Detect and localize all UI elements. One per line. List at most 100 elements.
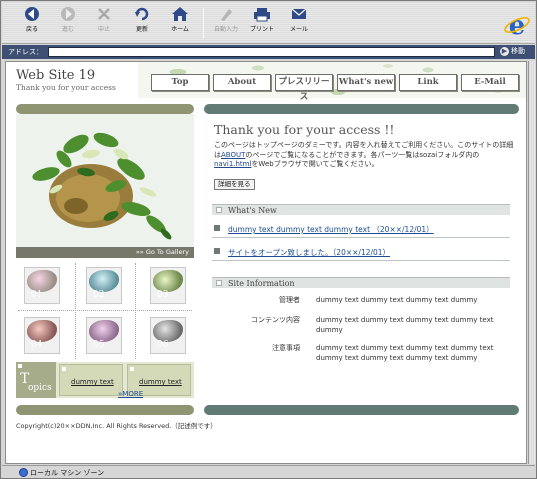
print-button[interactable]: プリント — [244, 6, 280, 33]
svg-text:e: e — [509, 11, 526, 39]
whats-new-heading: What's New — [228, 206, 277, 215]
topics-panel: T opics dummy text dummy text — [16, 362, 194, 398]
square-bullet-icon — [214, 248, 220, 254]
main-title: Thank you for your access !! — [214, 122, 395, 137]
thumb-number: 01 — [31, 290, 43, 300]
gallery-thumb-04[interactable]: 04 — [24, 317, 60, 354]
plant-illustration — [16, 114, 194, 247]
gallery-thumb-01[interactable]: 01 — [24, 267, 60, 304]
nav-about[interactable]: About — [213, 74, 271, 91]
vertical-scrollbar[interactable] — [528, 61, 536, 464]
topic-link[interactable]: dummy text — [71, 378, 114, 386]
go-button[interactable]: ▶ 移動 — [500, 46, 534, 58]
autofill-button[interactable]: 自動入力 — [208, 6, 244, 33]
right-top-bar — [204, 104, 519, 114]
thumb-image — [27, 320, 57, 342]
toolbar-separator — [203, 8, 204, 38]
ie-logo-icon: e — [504, 11, 530, 39]
nav-link[interactable]: Link — [399, 74, 457, 91]
more-link[interactable]: »MORE — [118, 390, 143, 398]
intro-text-3: をWebブラウザで開いてご覧ください。 — [251, 160, 379, 168]
back-arrow-icon — [25, 7, 39, 21]
autofill-label: 自動入力 — [213, 26, 238, 33]
intro-text-2: のページでご覧になることができます。各パーツ一覧はsozaiフォルダ内の — [245, 150, 480, 159]
gallery-thumbnails: 01 02 03 04 05 06 — [16, 261, 194, 361]
status-bar: ローカル マシン ゾーン — [2, 465, 535, 478]
thumb-divider — [75, 263, 76, 359]
print-label: プリント — [249, 26, 274, 33]
whats-new-heading-bar: What's New — [212, 204, 510, 215]
thumb-image — [153, 320, 183, 342]
hero-plant-image — [16, 114, 194, 247]
thumb-divider — [135, 263, 136, 359]
gallery-thumb-02[interactable]: 02 — [86, 267, 122, 304]
home-button[interactable]: ホーム — [162, 6, 198, 33]
nav-whats-new[interactable]: What's new — [337, 74, 395, 91]
news-link[interactable]: dummy text dummy text dummy text （20××/1… — [228, 224, 434, 235]
copyright-text: Copyright(c)20××DDN,Inc. All Rights Rese… — [16, 422, 217, 430]
status-text: ローカル マシン ゾーン — [30, 469, 105, 477]
forward-label: 進む — [61, 26, 74, 33]
back-button[interactable]: 戻る — [14, 6, 50, 33]
info-key: コンテンツ内容 — [251, 316, 300, 324]
info-key: 注意事項 — [272, 344, 300, 352]
thumb-number: 04 — [31, 340, 43, 350]
refresh-button[interactable]: 更新 — [124, 6, 160, 33]
mail-icon — [291, 8, 307, 19]
back-label: 戻る — [25, 26, 38, 33]
home-icon — [172, 7, 188, 21]
news-link[interactable]: サイトをオープン致しました。（20××/12/01） — [228, 247, 390, 258]
about-link[interactable]: ABOUT — [221, 151, 245, 159]
refresh-icon — [135, 7, 149, 21]
site-info-heading-bar: Site Information — [212, 277, 510, 288]
address-input[interactable] — [48, 47, 495, 57]
corner-square-icon — [18, 364, 22, 368]
info-value: dummy text dummy text dummy text dummy t… — [316, 316, 494, 334]
page-viewport: Web Site 19 Thank you for your access To… — [5, 61, 527, 464]
navi-link[interactable]: navi1.html — [214, 160, 251, 168]
corner-square-icon — [130, 367, 134, 371]
nav-press-release[interactable]: プレスリリース — [275, 74, 333, 102]
square-bullet-icon — [216, 280, 222, 286]
thumb-image — [89, 270, 119, 292]
mail-button[interactable]: メール — [281, 6, 317, 33]
browser-toolbar: 戻る 進む 中止 更新 ホーム 自動入力 プリント メール e — [2, 2, 535, 44]
thumb-image — [89, 320, 119, 342]
square-bullet-icon — [214, 225, 220, 231]
go-arrow-icon: ▶ — [500, 46, 509, 56]
address-bar: アドレス： ▶ 移動 — [2, 45, 535, 59]
forward-button[interactable]: 進む — [50, 6, 86, 33]
corner-square-icon — [62, 367, 66, 371]
site-subtitle: Thank you for your access — [16, 83, 116, 92]
left-top-bar — [16, 104, 194, 114]
square-bullet-icon — [216, 207, 222, 213]
print-icon — [254, 8, 270, 22]
stop-button[interactable]: 中止 — [86, 6, 122, 33]
thumb-number: 06 — [157, 340, 169, 350]
site-info-heading: Site Information — [228, 279, 295, 288]
site-title: Web Site 19 — [16, 68, 96, 83]
news-item: dummy text dummy text dummy text （20××/1… — [212, 218, 510, 238]
info-key: 管理者 — [279, 296, 300, 304]
gallery-thumb-03[interactable]: 03 — [150, 267, 186, 304]
topic-link[interactable]: dummy text — [139, 378, 182, 386]
gallery-thumb-06[interactable]: 06 — [150, 317, 186, 354]
topic-item: dummy text — [59, 364, 123, 396]
home-label: ホーム — [171, 26, 189, 33]
news-item: サイトをオープン致しました。（20××/12/01） — [212, 241, 510, 261]
thumb-divider — [18, 310, 192, 311]
right-bottom-bar — [204, 405, 519, 415]
address-label: アドレス： — [8, 48, 43, 56]
mail-label: メール — [289, 26, 308, 33]
thumb-image — [153, 270, 183, 292]
details-button[interactable]: 詳細を見る — [214, 179, 255, 190]
gallery-thumb-05[interactable]: 05 — [86, 317, 122, 354]
left-bottom-bar — [16, 405, 194, 415]
stop-label: 中止 — [97, 26, 110, 33]
globe-icon — [19, 468, 28, 477]
go-to-gallery-link[interactable]: »» Go To Gallery — [16, 247, 194, 258]
nav-email[interactable]: E-Mail — [461, 74, 519, 91]
nav-top[interactable]: Top — [151, 74, 209, 91]
autofill-icon — [221, 9, 232, 21]
thumb-number: 03 — [157, 290, 169, 300]
